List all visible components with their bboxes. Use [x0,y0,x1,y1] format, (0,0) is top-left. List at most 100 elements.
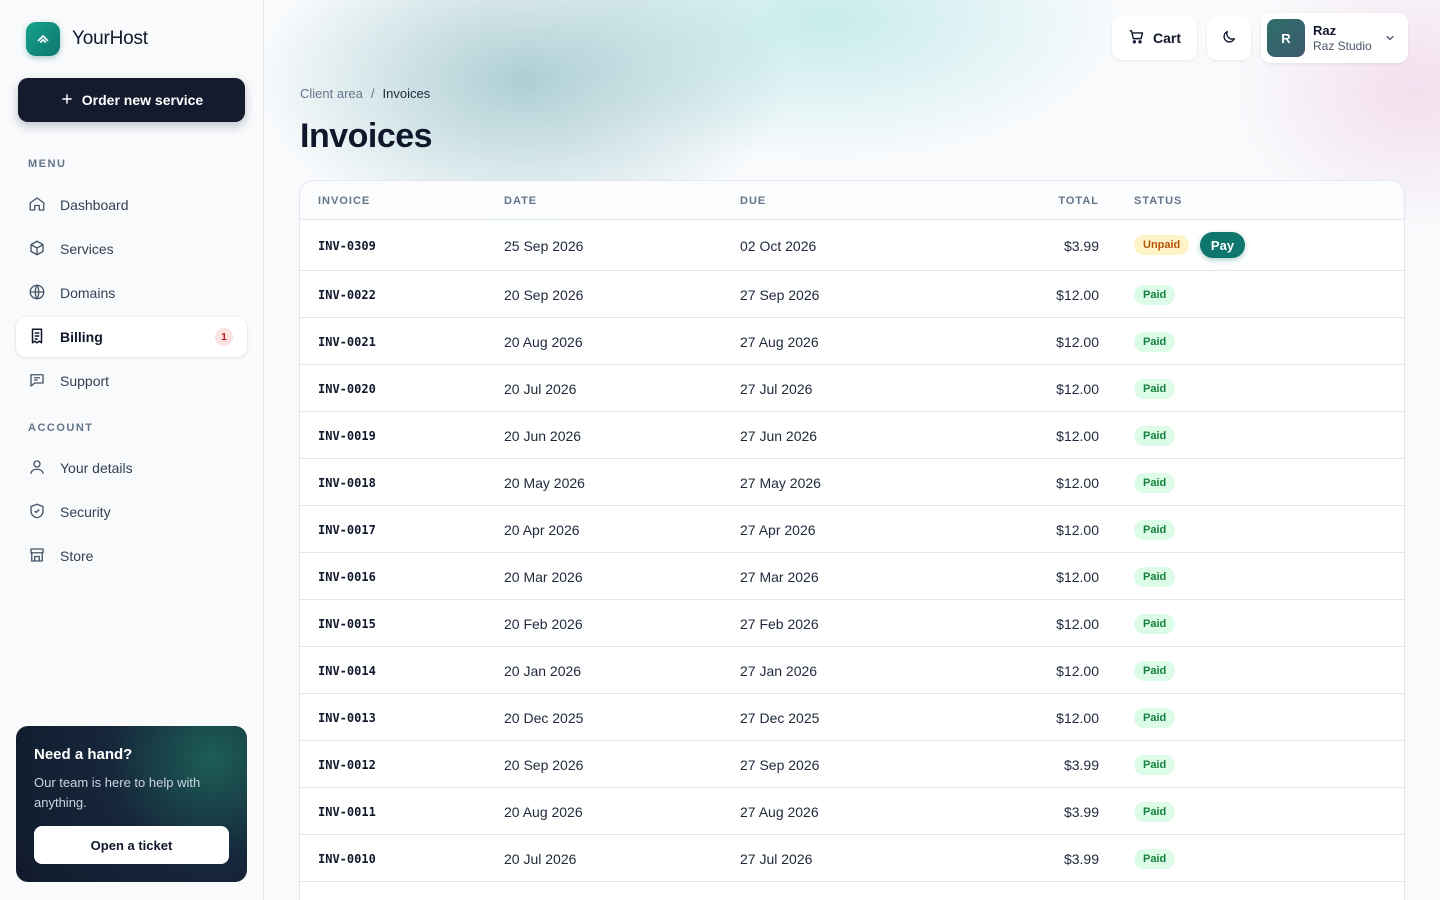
invoice-number[interactable]: INV-0012 [318,758,376,772]
invoice-date: 20 Jan 2026 [504,663,582,679]
invoice-number[interactable]: INV-0014 [318,664,376,678]
invoice-date: 25 Sep 2026 [504,238,584,254]
invoice-total: $12.00 [1056,428,1099,444]
invoice-total: $12.00 [1056,710,1099,726]
invoice-number[interactable]: INV-0309 [318,239,376,253]
user-icon [28,458,46,479]
invoice-due-date: 27 Aug 2026 [740,804,819,820]
table-row[interactable]: INV-0021 20 Aug 2026 27 Aug 2026 $12.00 Paid [300,318,1404,365]
sidebar-item-label: Domains [60,285,116,301]
status-badge: Paid [1134,661,1176,681]
invoice-number[interactable]: INV-0016 [318,570,376,584]
sidebar-item-services[interactable]: Services [16,229,247,269]
invoice-number[interactable]: INV-0018 [318,476,376,490]
invoice-total: $3.99 [1063,757,1099,773]
invoice-date: 20 Aug 2026 [504,804,583,820]
column-header-due: DUE [740,195,767,207]
home-icon [28,195,46,216]
sidebar-item-billing[interactable]: Billing 1 [16,317,247,357]
table-row[interactable]: INV-0020 20 Jul 2026 27 Jul 2026 $12.00 Paid [300,365,1404,412]
sidebar-item-dashboard[interactable]: Dashboard [16,185,247,225]
invoice-number[interactable]: INV-0021 [318,335,376,349]
status-badge: Unpaid [1134,235,1190,255]
status-badge: Paid [1134,473,1176,493]
menu-section-label: MENU [28,158,67,170]
open-ticket-button[interactable]: Open a ticket [34,826,229,864]
sidebar-item-security[interactable]: Security [16,492,247,532]
sidebar-item-your-details[interactable]: Your details [16,448,247,488]
invoice-number[interactable]: INV-0013 [318,711,376,725]
user-menu-button[interactable]: R Raz Raz Studio [1261,13,1408,63]
table-row[interactable]: INV-0015 20 Feb 2026 27 Feb 2026 $12.00 Paid [300,600,1404,647]
invoice-date: 20 Feb 2026 [504,616,583,632]
status-badge: Paid [1134,285,1176,305]
table-row[interactable]: INV-0022 20 Sep 2026 27 Sep 2026 $12.00 Paid [300,271,1404,318]
status-badge: Paid [1134,708,1176,728]
breadcrumb: Client area / Invoices [300,86,430,101]
receipt-icon [28,327,46,348]
invoice-total: $3.99 [1063,851,1099,867]
sidebar-item-support[interactable]: Support [16,361,247,401]
help-card: Need a hand? Our team is here to help wi… [16,726,247,882]
table-row[interactable]: INV-0013 20 Dec 2025 27 Dec 2025 $12.00 Paid [300,694,1404,741]
invoice-number[interactable]: INV-0015 [318,617,376,631]
globe-icon [28,283,46,304]
status-badge: Paid [1134,849,1176,869]
invoice-due-date: 27 Sep 2026 [740,757,820,773]
help-text: Our team is here to help with anything. [34,775,201,810]
status-badge: Paid [1134,332,1176,352]
avatar: R [1267,19,1305,57]
moon-icon [1221,29,1237,48]
order-button-label: Order new service [81,92,204,108]
invoice-due-date: 27 May 2026 [740,475,821,491]
sidebar-item-store[interactable]: Store [16,536,247,576]
table-row[interactable]: INV-0012 20 Sep 2026 27 Sep 2026 $3.99 Paid [300,741,1404,788]
table-row[interactable]: INV-0017 20 Apr 2026 27 Apr 2026 $12.00 Paid [300,506,1404,553]
table-row[interactable]: INV-0018 20 May 2026 27 May 2026 $12.00 Paid [300,459,1404,506]
invoice-date: 20 Mar 2026 [504,569,583,585]
chat-icon [28,371,46,392]
table-row[interactable]: INV-0309 25 Sep 2026 02 Oct 2026 $3.99 Unpai… [300,220,1404,271]
status-badge: Paid [1134,755,1176,775]
table-row[interactable]: INV-0019 20 Jun 2026 27 Jun 2026 $12.00 Paid [300,412,1404,459]
invoice-total: $12.00 [1056,522,1099,538]
order-new-service-button[interactable]: Order new service [18,78,245,122]
billing-count-badge: 1 [215,328,233,346]
sidebar-item-label: Store [60,548,94,564]
sidebar-item-label: Billing [60,329,103,345]
theme-toggle-button[interactable] [1207,16,1251,60]
shield-icon [28,502,46,523]
table-row[interactable]: INV-0011 20 Aug 2026 27 Aug 2026 $3.99 Paid [300,788,1404,835]
table-row[interactable]: INV-0010 20 Jul 2026 27 Jul 2026 $3.99 Paid [300,835,1404,882]
invoice-total: $12.00 [1056,334,1099,350]
invoice-due-date: 27 Jul 2026 [740,381,813,397]
cart-button[interactable]: Cart [1112,16,1197,60]
invoice-number[interactable]: INV-0019 [318,429,376,443]
pay-button[interactable]: Pay [1200,232,1245,258]
column-header-total: TOTAL [1058,195,1099,207]
invoice-number[interactable]: INV-0022 [318,288,376,302]
invoice-due-date: 27 Sep 2026 [740,287,820,303]
invoice-number[interactable]: INV-0010 [318,852,376,866]
sidebar-item-label: Dashboard [60,197,129,213]
invoice-due-date: 27 Apr 2026 [740,522,816,538]
sidebar-item-domains[interactable]: Domains [16,273,247,313]
invoice-due-date: 27 Dec 2025 [740,710,820,726]
table-row[interactable]: INV-0014 20 Jan 2026 27 Jan 2026 $12.00 Paid [300,647,1404,694]
invoice-number[interactable]: INV-0017 [318,523,376,537]
help-title: Need a hand? [34,746,133,763]
chevron-down-icon [1384,31,1396,47]
invoice-number[interactable]: INV-0011 [318,805,376,819]
status-badge: Paid [1134,426,1176,446]
table-row[interactable]: INV-0016 20 Mar 2026 27 Mar 2026 $12.00 Paid [300,553,1404,600]
column-header-invoice: INVOICE [318,195,371,207]
invoice-number[interactable]: INV-0020 [318,382,376,396]
breadcrumb-client-area[interactable]: Client area [300,86,363,101]
user-name: Raz [1313,22,1337,38]
plus-icon [60,92,74,109]
brand[interactable]: YourHost [26,22,148,56]
page-title: Invoices [300,117,433,155]
main-content: Cart R Raz Raz Studio Client area / Invo… [265,0,1440,900]
invoice-date: 20 May 2026 [504,475,585,491]
breadcrumb-separator: / [370,86,375,101]
